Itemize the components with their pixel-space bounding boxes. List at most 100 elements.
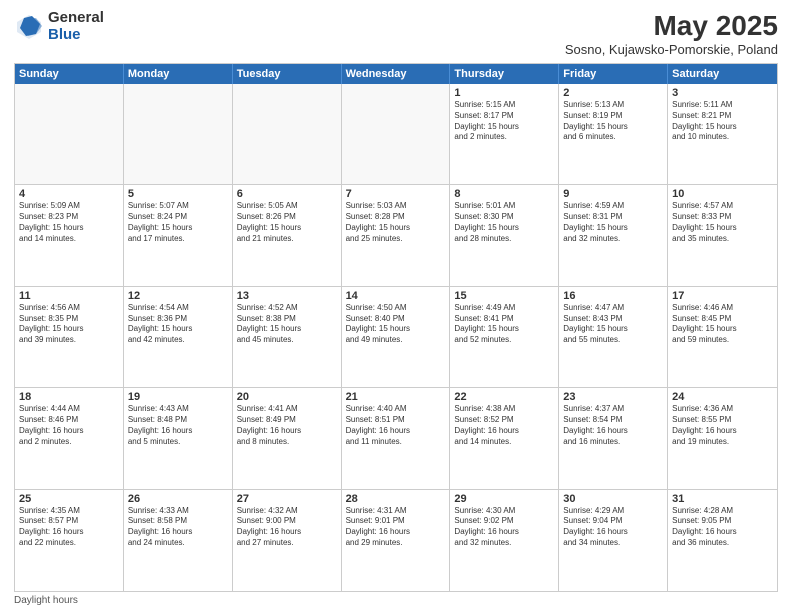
- day-number: 18: [19, 391, 119, 403]
- cell-content: Sunrise: 4:49 AM Sunset: 8:41 PM Dayligh…: [454, 303, 554, 346]
- cell-content: Sunrise: 5:07 AM Sunset: 8:24 PM Dayligh…: [128, 201, 228, 244]
- cal-cell-4-5: 22Sunrise: 4:38 AM Sunset: 8:52 PM Dayli…: [450, 388, 559, 488]
- cell-content: Sunrise: 4:28 AM Sunset: 9:05 PM Dayligh…: [672, 506, 773, 549]
- cal-cell-5-5: 29Sunrise: 4:30 AM Sunset: 9:02 PM Dayli…: [450, 490, 559, 591]
- cell-content: Sunrise: 5:11 AM Sunset: 8:21 PM Dayligh…: [672, 100, 773, 143]
- cell-content: Sunrise: 5:15 AM Sunset: 8:17 PM Dayligh…: [454, 100, 554, 143]
- cell-content: Sunrise: 5:05 AM Sunset: 8:26 PM Dayligh…: [237, 201, 337, 244]
- day-number: 21: [346, 391, 446, 403]
- cell-content: Sunrise: 4:43 AM Sunset: 8:48 PM Dayligh…: [128, 404, 228, 447]
- cal-cell-5-3: 27Sunrise: 4:32 AM Sunset: 9:00 PM Dayli…: [233, 490, 342, 591]
- logo-text: General Blue: [48, 10, 104, 43]
- cell-content: Sunrise: 4:31 AM Sunset: 9:01 PM Dayligh…: [346, 506, 446, 549]
- cell-content: Sunrise: 4:35 AM Sunset: 8:57 PM Dayligh…: [19, 506, 119, 549]
- cell-content: Sunrise: 4:46 AM Sunset: 8:45 PM Dayligh…: [672, 303, 773, 346]
- cal-cell-5-4: 28Sunrise: 4:31 AM Sunset: 9:01 PM Dayli…: [342, 490, 451, 591]
- cell-content: Sunrise: 4:40 AM Sunset: 8:51 PM Dayligh…: [346, 404, 446, 447]
- cell-content: Sunrise: 4:57 AM Sunset: 8:33 PM Dayligh…: [672, 201, 773, 244]
- cal-cell-1-4: [342, 84, 451, 184]
- cal-cell-2-3: 6Sunrise: 5:05 AM Sunset: 8:26 PM Daylig…: [233, 185, 342, 285]
- header: General Blue May 2025 Sosno, Kujawsko-Po…: [14, 10, 778, 57]
- logo: General Blue: [14, 10, 104, 43]
- cell-content: Sunrise: 5:09 AM Sunset: 8:23 PM Dayligh…: [19, 201, 119, 244]
- cal-cell-3-5: 15Sunrise: 4:49 AM Sunset: 8:41 PM Dayli…: [450, 287, 559, 387]
- cell-content: Sunrise: 4:33 AM Sunset: 8:58 PM Dayligh…: [128, 506, 228, 549]
- footer-note: Daylight hours: [14, 595, 778, 606]
- week-row-2: 4Sunrise: 5:09 AM Sunset: 8:23 PM Daylig…: [15, 185, 777, 286]
- cal-cell-5-7: 31Sunrise: 4:28 AM Sunset: 9:05 PM Dayli…: [668, 490, 777, 591]
- cal-cell-4-4: 21Sunrise: 4:40 AM Sunset: 8:51 PM Dayli…: [342, 388, 451, 488]
- col-header-saturday: Saturday: [668, 64, 777, 84]
- cal-cell-4-6: 23Sunrise: 4:37 AM Sunset: 8:54 PM Dayli…: [559, 388, 668, 488]
- week-row-1: 1Sunrise: 5:15 AM Sunset: 8:17 PM Daylig…: [15, 84, 777, 185]
- cell-content: Sunrise: 4:52 AM Sunset: 8:38 PM Dayligh…: [237, 303, 337, 346]
- cell-content: Sunrise: 4:59 AM Sunset: 8:31 PM Dayligh…: [563, 201, 663, 244]
- day-number: 16: [563, 290, 663, 302]
- col-header-tuesday: Tuesday: [233, 64, 342, 84]
- day-number: 13: [237, 290, 337, 302]
- day-number: 22: [454, 391, 554, 403]
- col-header-monday: Monday: [124, 64, 233, 84]
- col-header-wednesday: Wednesday: [342, 64, 451, 84]
- main-title: May 2025: [565, 10, 778, 42]
- day-number: 12: [128, 290, 228, 302]
- col-header-sunday: Sunday: [15, 64, 124, 84]
- cal-cell-4-7: 24Sunrise: 4:36 AM Sunset: 8:55 PM Dayli…: [668, 388, 777, 488]
- cal-cell-1-5: 1Sunrise: 5:15 AM Sunset: 8:17 PM Daylig…: [450, 84, 559, 184]
- cal-cell-4-1: 18Sunrise: 4:44 AM Sunset: 8:46 PM Dayli…: [15, 388, 124, 488]
- cal-cell-2-5: 8Sunrise: 5:01 AM Sunset: 8:30 PM Daylig…: [450, 185, 559, 285]
- day-number: 30: [563, 493, 663, 505]
- week-row-3: 11Sunrise: 4:56 AM Sunset: 8:35 PM Dayli…: [15, 287, 777, 388]
- cal-cell-4-3: 20Sunrise: 4:41 AM Sunset: 8:49 PM Dayli…: [233, 388, 342, 488]
- cal-cell-3-7: 17Sunrise: 4:46 AM Sunset: 8:45 PM Dayli…: [668, 287, 777, 387]
- day-number: 15: [454, 290, 554, 302]
- cal-cell-3-6: 16Sunrise: 4:47 AM Sunset: 8:43 PM Dayli…: [559, 287, 668, 387]
- cell-content: Sunrise: 4:50 AM Sunset: 8:40 PM Dayligh…: [346, 303, 446, 346]
- day-number: 7: [346, 188, 446, 200]
- day-number: 28: [346, 493, 446, 505]
- cal-cell-5-6: 30Sunrise: 4:29 AM Sunset: 9:04 PM Dayli…: [559, 490, 668, 591]
- week-row-5: 25Sunrise: 4:35 AM Sunset: 8:57 PM Dayli…: [15, 490, 777, 591]
- day-number: 17: [672, 290, 773, 302]
- page: General Blue May 2025 Sosno, Kujawsko-Po…: [0, 0, 792, 612]
- cal-cell-5-2: 26Sunrise: 4:33 AM Sunset: 8:58 PM Dayli…: [124, 490, 233, 591]
- cal-cell-3-4: 14Sunrise: 4:50 AM Sunset: 8:40 PM Dayli…: [342, 287, 451, 387]
- col-header-friday: Friday: [559, 64, 668, 84]
- cal-cell-4-2: 19Sunrise: 4:43 AM Sunset: 8:48 PM Dayli…: [124, 388, 233, 488]
- cell-content: Sunrise: 4:47 AM Sunset: 8:43 PM Dayligh…: [563, 303, 663, 346]
- cell-content: Sunrise: 4:37 AM Sunset: 8:54 PM Dayligh…: [563, 404, 663, 447]
- cal-cell-2-7: 10Sunrise: 4:57 AM Sunset: 8:33 PM Dayli…: [668, 185, 777, 285]
- logo-general: General: [48, 10, 104, 27]
- cal-cell-1-3: [233, 84, 342, 184]
- day-number: 10: [672, 188, 773, 200]
- calendar-body: 1Sunrise: 5:15 AM Sunset: 8:17 PM Daylig…: [15, 84, 777, 591]
- subtitle: Sosno, Kujawsko-Pomorskie, Poland: [565, 42, 778, 57]
- day-number: 8: [454, 188, 554, 200]
- day-number: 29: [454, 493, 554, 505]
- day-number: 11: [19, 290, 119, 302]
- day-number: 23: [563, 391, 663, 403]
- day-number: 5: [128, 188, 228, 200]
- day-number: 2: [563, 87, 663, 99]
- cell-content: Sunrise: 4:32 AM Sunset: 9:00 PM Dayligh…: [237, 506, 337, 549]
- cell-content: Sunrise: 4:41 AM Sunset: 8:49 PM Dayligh…: [237, 404, 337, 447]
- cell-content: Sunrise: 4:30 AM Sunset: 9:02 PM Dayligh…: [454, 506, 554, 549]
- cell-content: Sunrise: 4:36 AM Sunset: 8:55 PM Dayligh…: [672, 404, 773, 447]
- cal-cell-3-3: 13Sunrise: 4:52 AM Sunset: 8:38 PM Dayli…: [233, 287, 342, 387]
- title-block: May 2025 Sosno, Kujawsko-Pomorskie, Pola…: [565, 10, 778, 57]
- cell-content: Sunrise: 5:01 AM Sunset: 8:30 PM Dayligh…: [454, 201, 554, 244]
- cell-content: Sunrise: 4:29 AM Sunset: 9:04 PM Dayligh…: [563, 506, 663, 549]
- cal-cell-1-1: [15, 84, 124, 184]
- logo-blue: Blue: [48, 27, 104, 44]
- day-number: 26: [128, 493, 228, 505]
- cal-cell-3-1: 11Sunrise: 4:56 AM Sunset: 8:35 PM Dayli…: [15, 287, 124, 387]
- cal-cell-5-1: 25Sunrise: 4:35 AM Sunset: 8:57 PM Dayli…: [15, 490, 124, 591]
- day-number: 4: [19, 188, 119, 200]
- col-header-thursday: Thursday: [450, 64, 559, 84]
- day-number: 14: [346, 290, 446, 302]
- cell-content: Sunrise: 4:38 AM Sunset: 8:52 PM Dayligh…: [454, 404, 554, 447]
- cal-cell-1-6: 2Sunrise: 5:13 AM Sunset: 8:19 PM Daylig…: [559, 84, 668, 184]
- cal-cell-3-2: 12Sunrise: 4:54 AM Sunset: 8:36 PM Dayli…: [124, 287, 233, 387]
- day-number: 31: [672, 493, 773, 505]
- day-number: 3: [672, 87, 773, 99]
